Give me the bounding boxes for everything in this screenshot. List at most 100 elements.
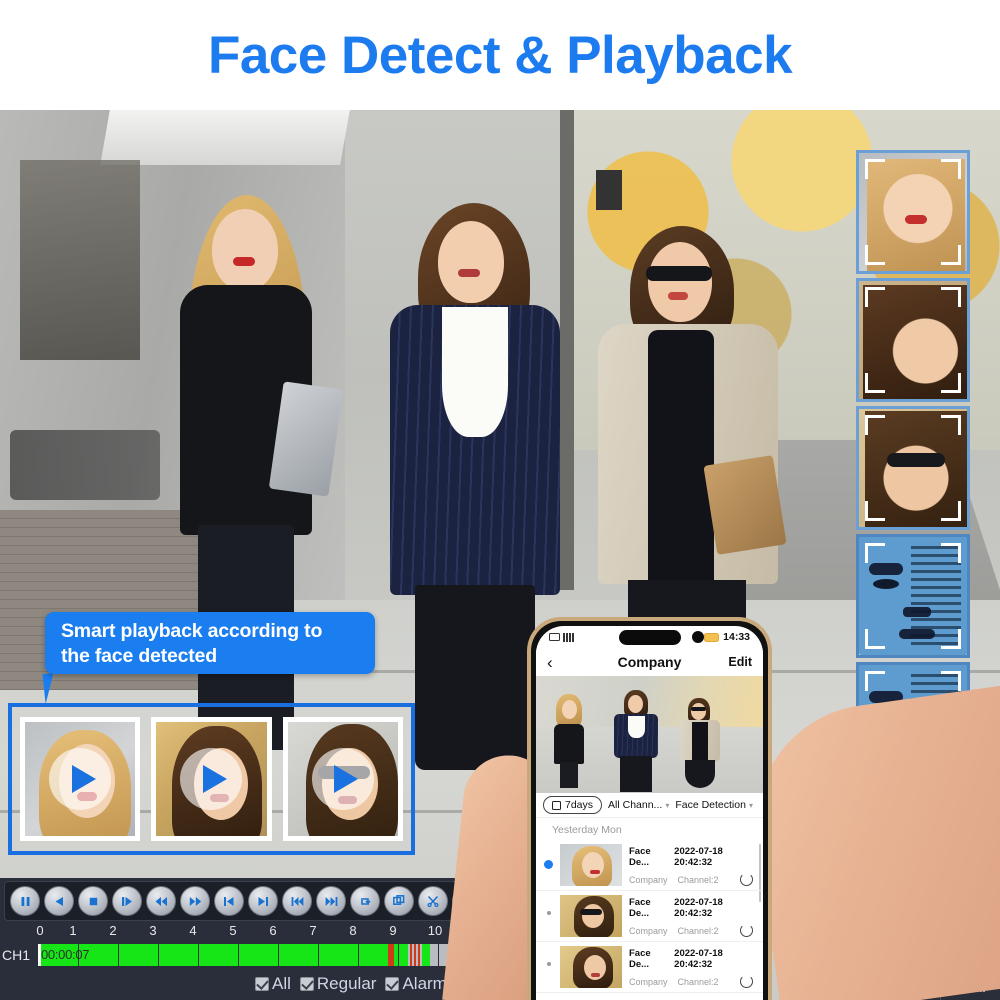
front-camera-icon bbox=[691, 631, 704, 643]
phone-status-bar: 14:33 bbox=[536, 626, 763, 648]
event-channel: Channel:2 bbox=[677, 925, 719, 936]
focus-corner-icon bbox=[865, 245, 885, 265]
event-timestamp: 2022-07-18 20:42:32 bbox=[674, 948, 723, 970]
slow-play-button[interactable] bbox=[112, 886, 142, 916]
callout-bubble: Smart playback according to the face det… bbox=[45, 612, 375, 674]
thumbnail-blonde-woman[interactable] bbox=[20, 717, 141, 841]
event-channel: Channel:2 bbox=[677, 874, 719, 885]
face-capture-4[interactable] bbox=[856, 534, 970, 658]
focus-corner-icon bbox=[865, 543, 885, 563]
previous-file-button[interactable] bbox=[282, 886, 312, 916]
edit-button[interactable]: Edit bbox=[728, 655, 752, 669]
event-thumbnail[interactable] bbox=[560, 844, 622, 886]
channel-filter[interactable]: All Chann... ▾ bbox=[608, 799, 669, 811]
timeline-tick: 6 bbox=[269, 923, 277, 938]
timeline-tick: 9 bbox=[389, 923, 397, 938]
page-header: Face Detect & Playback bbox=[0, 0, 1000, 110]
event-group: Company bbox=[629, 925, 668, 936]
smartphone: 14:33 ‹ Company Edit 7days All Chann... … bbox=[527, 617, 772, 1000]
day-header: Yesterday Mon bbox=[552, 824, 622, 836]
list-item[interactable]: Face De... 2022-07-18 20:42:32 Company C… bbox=[536, 942, 763, 993]
focus-corner-icon bbox=[941, 287, 961, 307]
focus-corner-icon bbox=[865, 373, 885, 393]
bicycle-rack bbox=[10, 430, 160, 500]
rewind-button[interactable] bbox=[146, 886, 176, 916]
signal-icon bbox=[563, 632, 574, 642]
recorded-segment bbox=[38, 944, 388, 966]
event-thumbnail[interactable] bbox=[560, 895, 622, 937]
current-time-label: 00:00:07 bbox=[41, 947, 90, 962]
play-button[interactable] bbox=[49, 748, 112, 810]
phone-nav-bar: ‹ Company Edit bbox=[536, 648, 763, 676]
timeline-tick: 3 bbox=[149, 923, 157, 938]
filter-all[interactable]: All bbox=[255, 974, 291, 994]
grid-line bbox=[238, 944, 239, 966]
repeat-button[interactable] bbox=[350, 886, 380, 916]
play-button[interactable] bbox=[311, 748, 374, 810]
event-group: Company bbox=[629, 976, 668, 987]
filter-regular-label: Regular bbox=[316, 974, 377, 993]
phone-filter-bar: 7days All Chann... ▾ Face Detection ▾ bbox=[536, 793, 763, 818]
focus-corner-icon bbox=[941, 245, 961, 265]
focus-corner-icon bbox=[865, 159, 885, 179]
pause-button[interactable] bbox=[10, 886, 40, 916]
previous-frame-button[interactable] bbox=[214, 886, 244, 916]
multi-window-button[interactable] bbox=[384, 886, 414, 916]
chevron-down-icon: ▾ bbox=[748, 800, 753, 810]
checkbox-icon[interactable] bbox=[385, 977, 400, 991]
event-type-filter[interactable]: Face Detection ▾ bbox=[675, 799, 753, 811]
smart-playback-thumbnails bbox=[8, 703, 415, 855]
channel-filter-label: All Chann... bbox=[608, 799, 663, 811]
face-capture-1[interactable] bbox=[856, 150, 970, 274]
chevron-down-icon: ▾ bbox=[665, 800, 670, 810]
focus-corner-icon bbox=[865, 629, 885, 649]
callout-line-2: the face detected bbox=[61, 645, 217, 667]
grid-line bbox=[318, 944, 319, 966]
refresh-icon[interactable] bbox=[740, 873, 753, 886]
fast-forward-button[interactable] bbox=[180, 886, 210, 916]
page-title: Face Detect & Playback bbox=[207, 25, 793, 85]
dvr-timeline-scale: 0 1 2 3 4 5 6 7 8 9 10 11 bbox=[0, 923, 520, 945]
next-file-button[interactable] bbox=[316, 886, 346, 916]
face-capture-3[interactable] bbox=[856, 406, 970, 530]
dvr-channel-track: CH1 00:00:07 bbox=[0, 944, 520, 968]
play-icon bbox=[334, 765, 359, 793]
callout-tail bbox=[42, 671, 68, 705]
date-range-chip[interactable]: 7days bbox=[543, 796, 603, 814]
event-group: Company bbox=[629, 874, 668, 885]
next-frame-button[interactable] bbox=[248, 886, 278, 916]
clip-button[interactable] bbox=[418, 886, 448, 916]
thumbnail-sunglasses-woman[interactable] bbox=[282, 717, 403, 841]
play-reverse-button[interactable] bbox=[44, 886, 74, 916]
stop-button[interactable] bbox=[78, 886, 108, 916]
callout-line-1: Smart playback according to bbox=[61, 620, 323, 642]
play-icon bbox=[202, 765, 227, 793]
building-archway bbox=[20, 160, 140, 360]
focus-corner-icon bbox=[865, 671, 885, 691]
event-timestamp: 2022-07-18 20:42:32 bbox=[674, 897, 723, 919]
filter-alarm[interactable]: Alarm bbox=[385, 974, 447, 994]
grid-line bbox=[198, 944, 199, 966]
list-item[interactable]: Face De... 2022-07-18 20:42:32 Company C… bbox=[536, 840, 763, 891]
event-timestamp: 2022-07-18 20:42:32 bbox=[674, 846, 723, 868]
refresh-icon[interactable] bbox=[740, 975, 753, 988]
event-list: Face De... 2022-07-18 20:42:32 Company C… bbox=[536, 840, 763, 993]
thumbnail-brunette-woman[interactable] bbox=[151, 717, 272, 841]
phone-live-preview[interactable] bbox=[536, 676, 763, 793]
list-item[interactable]: Face De... 2022-07-18 20:42:32 Company C… bbox=[536, 891, 763, 942]
focus-corner-icon bbox=[941, 373, 961, 393]
checkbox-icon[interactable] bbox=[255, 977, 269, 991]
event-type: Face De... bbox=[629, 948, 651, 970]
face-capture-2[interactable] bbox=[856, 278, 970, 402]
focus-corner-icon bbox=[941, 543, 961, 563]
refresh-icon[interactable] bbox=[740, 924, 753, 937]
checkbox-icon[interactable] bbox=[299, 977, 314, 991]
timeline-tick: 5 bbox=[229, 923, 237, 938]
traffic-light bbox=[596, 170, 622, 210]
unselected-indicator bbox=[546, 962, 551, 966]
event-thumbnail[interactable] bbox=[560, 946, 622, 988]
timeline-tick: 2 bbox=[109, 923, 117, 938]
date-range-label: 7days bbox=[565, 799, 594, 811]
filter-regular[interactable]: Regular bbox=[299, 974, 377, 994]
focus-corner-icon bbox=[865, 287, 885, 307]
